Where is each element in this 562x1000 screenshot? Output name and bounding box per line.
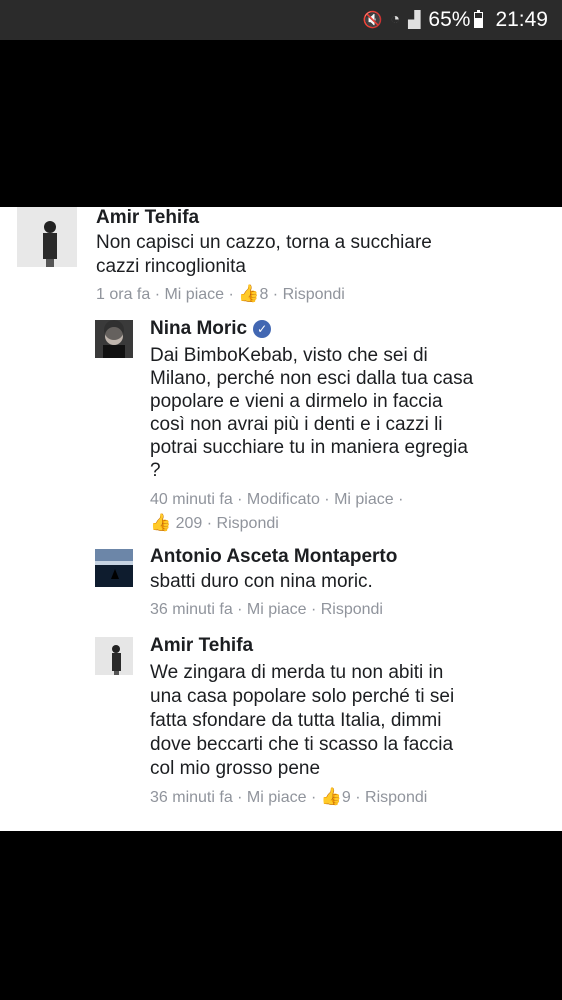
comment-author[interactable]: Amir Tehifa	[150, 635, 253, 657]
comment-text-line: We zingara di merda tu non abiti in	[150, 662, 444, 683]
thumbs-up-icon: 👍	[238, 284, 260, 303]
battery-percent: 65%	[428, 8, 471, 31]
reply-link[interactable]: · Rispondi	[202, 515, 279, 532]
person-avatar-icon	[17, 207, 77, 267]
comment-meta: 36 minuti fa · Mi piace · 👍9 · Rispondi	[150, 787, 427, 807]
comment-text-line: potrai succhiare tu in maniera egregia	[150, 437, 468, 458]
comment-meta-text[interactable]: 1 ora fa · Mi piace ·	[96, 286, 238, 303]
reply-link[interactable]: · Rispondi	[268, 286, 345, 303]
like-count[interactable]: 209	[176, 515, 203, 532]
thumbs-up-icon: 👍	[320, 787, 342, 806]
person-avatar-icon	[95, 637, 133, 675]
status-bar: 🔇 ◔ ▟ 65% 21:49	[0, 0, 562, 40]
landscape-avatar-icon	[95, 549, 133, 587]
comment-text-line: Non capisci un cazzo, torna a succhiare	[96, 232, 432, 253]
signal-icon: ▟	[408, 12, 421, 29]
avatar[interactable]	[95, 637, 133, 675]
comment-author[interactable]: Amir Tehifa	[96, 207, 199, 229]
comment-text-line: ?	[150, 460, 161, 481]
battery-icon	[474, 10, 484, 28]
clock: 21:49	[495, 8, 548, 31]
comment-meta[interactable]: 40 minuti fa · Modificato · Mi piace ·	[150, 491, 403, 509]
comment-text-line: fatta sfondare da tutta Italia, dimmi	[150, 710, 442, 731]
comment-text-line: così non avrai più i denti e i cazzi li	[150, 414, 443, 435]
comment-meta-second-line: 👍 209 · Rispondi	[150, 513, 279, 533]
person-avatar-icon	[95, 320, 133, 358]
comment-author[interactable]: Nina Moric ✓	[150, 318, 272, 340]
comment-text-line: popolare e vieni a dirmelo in faccia	[150, 391, 443, 412]
like-count[interactable]: 9	[342, 789, 351, 806]
comment-text-line: Milano, perché non esci dalla tua casa	[150, 368, 474, 389]
comment-text-line: Dai BimboKebab, visto che sei di	[150, 345, 428, 366]
verified-badge-icon: ✓	[253, 320, 272, 338]
avatar[interactable]	[95, 320, 133, 358]
comment-author-name[interactable]: Nina Moric	[150, 318, 247, 339]
avatar[interactable]	[95, 549, 133, 587]
thumbs-up-icon: 👍	[150, 513, 172, 532]
wifi-icon: ◔	[390, 11, 401, 28]
reply-link[interactable]: · Rispondi	[351, 789, 427, 806]
avatar[interactable]	[17, 207, 77, 267]
comment-meta-text[interactable]: 36 minuti fa · Mi piace ·	[150, 789, 321, 806]
comment-author[interactable]: Antonio Asceta Montaperto	[150, 546, 397, 568]
comment-text-line: una casa popolare solo perché ti sei	[150, 686, 455, 707]
comment-text-line: cazzi rincoglionita	[96, 256, 246, 277]
comments-card: Amir Tehifa Non capisci un cazzo, torna …	[0, 207, 562, 831]
comment-text-line: sbatti duro con nina moric.	[150, 571, 373, 592]
comment-meta: 1 ora fa · Mi piace · 👍8 · Rispondi	[96, 284, 345, 304]
comment-text-line: col mio grosso pene	[150, 758, 321, 779]
comment-text-line: dove beccarti che ti scasso la faccia	[150, 734, 454, 755]
mute-icon: 🔇	[362, 12, 383, 29]
comment-meta[interactable]: 36 minuti fa · Mi piace · Rispondi	[150, 601, 383, 619]
